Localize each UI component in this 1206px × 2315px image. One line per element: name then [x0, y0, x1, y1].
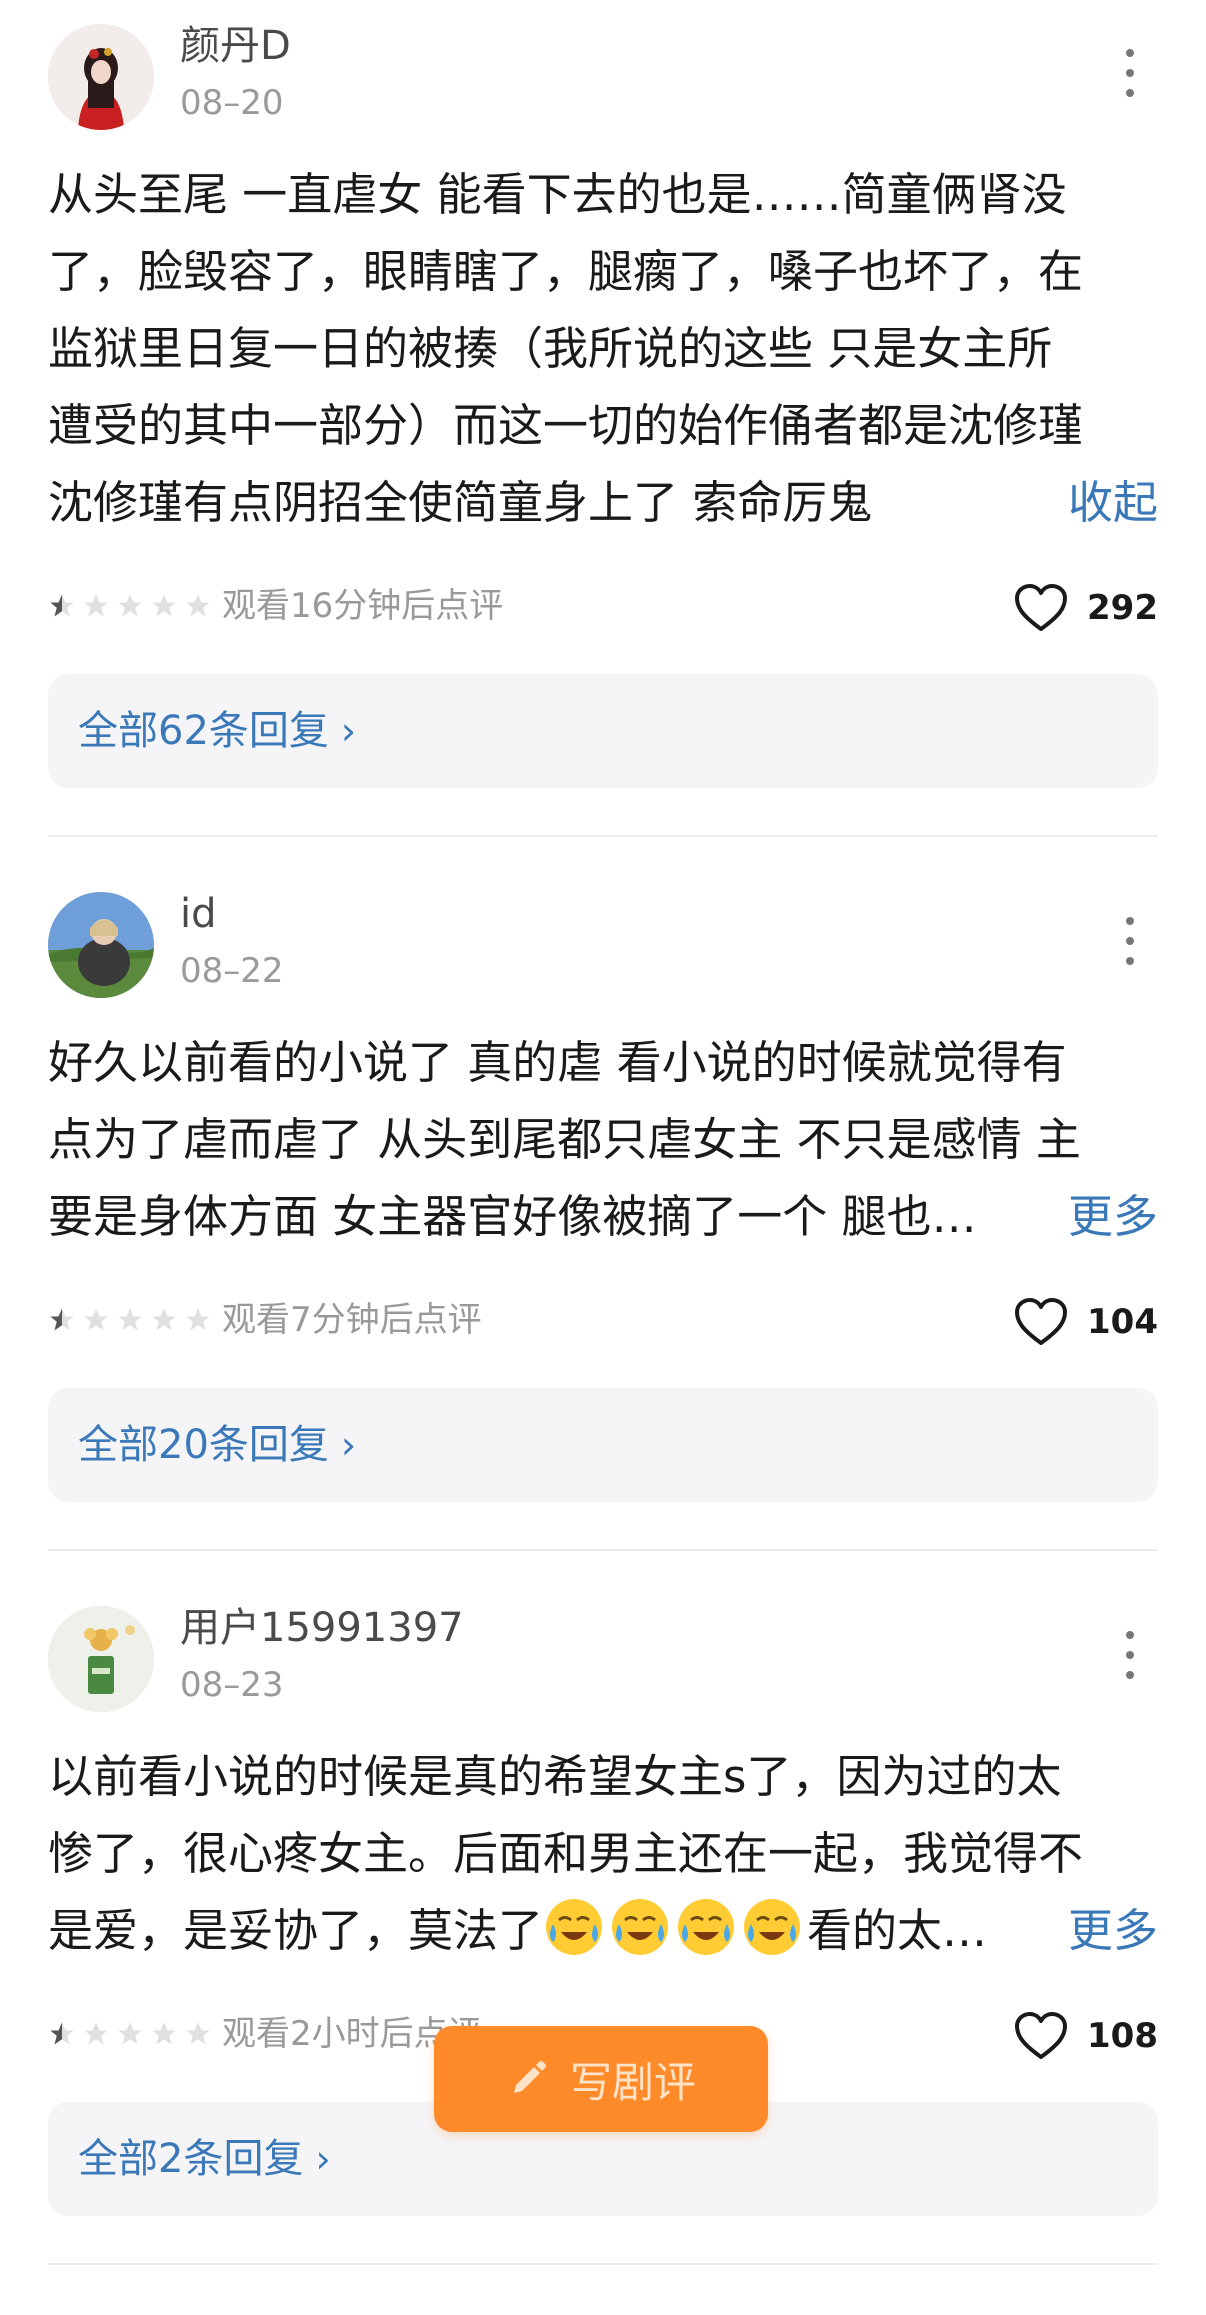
review-text-line: 点为了虐而虐了 从头到尾都只虐女主 不只是感情 主 — [48, 1113, 1081, 1166]
crying-laughing-emoji-icon — [744, 1899, 801, 1955]
rating-row: 观看16分钟后点评 292 — [48, 578, 1158, 638]
review-date: 08–20 — [180, 83, 284, 123]
replies-label: 全部20条回复 — [78, 1422, 329, 1468]
replies-label: 全部2条回复 — [78, 2136, 304, 2182]
star-empty-icon — [186, 2022, 210, 2045]
more-options-icon[interactable] — [1110, 913, 1150, 969]
replies-link[interactable]: 全部62条回复 › — [48, 674, 1158, 788]
username[interactable]: id — [180, 890, 217, 938]
crying-laughing-emoji-icon — [678, 1899, 735, 1955]
star-empty-icon — [186, 594, 210, 617]
replies-link[interactable]: 全部20条回复 › — [48, 1388, 1158, 1502]
review-text-segment: 看的太… — [807, 1904, 988, 1957]
avatar[interactable] — [48, 892, 154, 998]
star-rating — [48, 2020, 212, 2048]
review-content: 好久以前看的小说了 真的虐 看小说的时候就觉得有 点为了虐而虐了 从头到尾都只虐… — [48, 1024, 1158, 1255]
expand-link[interactable]: 更多 — [1068, 1178, 1158, 1255]
review-text-segment: 是爱，是妥协了，莫法了 — [48, 1904, 544, 1957]
chevron-right-icon: › — [340, 709, 357, 753]
review-text-line: 从头至尾 一直虐女 能看下去的也是……简童俩肾没 — [48, 168, 1067, 221]
like-button[interactable]: 104 — [1013, 1292, 1158, 1352]
crying-laughing-emoji-icon — [546, 1899, 603, 1955]
rating-row: 观看7分钟后点评 104 — [48, 1292, 1158, 1352]
star-empty-icon — [118, 1308, 142, 1331]
username[interactable]: 用户15991397 — [180, 1604, 464, 1652]
star-rating — [48, 1306, 212, 1334]
pencil-icon — [513, 2061, 546, 2093]
star-empty-icon — [118, 594, 142, 617]
heart-icon — [1015, 1298, 1068, 1345]
review-date: 08–22 — [180, 951, 284, 991]
review-text-line: 是爱，是妥协了，莫法了 看的太… 更多 — [48, 1892, 1158, 1969]
like-count: 292 — [1087, 588, 1158, 628]
star-empty-icon — [152, 1308, 176, 1331]
chevron-right-icon: › — [315, 2137, 331, 2181]
heart-icon — [1015, 584, 1068, 631]
star-empty-icon — [84, 2022, 108, 2045]
review-card: 用户15991397 08–23 以前看小说的时候是真的希望女主s了，因为过的太… — [0, 1582, 1206, 2282]
review-card: id 08–22 好久以前看的小说了 真的虐 看小说的时候就觉得有 点为了虐而虐… — [0, 868, 1206, 1551]
crying-laughing-emoji-icon — [612, 1899, 669, 1955]
review-text-segment: 沈修瑾有点阴招全使简童身上了 索命厉鬼 — [48, 476, 873, 529]
heart-icon — [1015, 2012, 1068, 2059]
star-empty-icon — [118, 2022, 142, 2045]
more-options-icon[interactable] — [1110, 1627, 1150, 1683]
review-text-line: 遭受的其中一部分）而这一切的始作俑者都是沈修瑾 — [48, 399, 1084, 452]
star-empty-icon — [186, 1308, 210, 1331]
star-empty-icon — [84, 594, 108, 617]
star-empty-icon — [84, 1308, 108, 1331]
watch-note: 观看16分钟后点评 — [222, 586, 504, 626]
half-star-icon — [50, 1308, 74, 1331]
divider — [48, 1549, 1158, 1551]
review-date: 08–23 — [180, 1665, 284, 1705]
review-content: 从头至尾 一直虐女 能看下去的也是……简童俩肾没 了，脸毁容了，眼睛瞎了，腿瘸了… — [48, 156, 1158, 541]
divider — [48, 835, 1158, 837]
like-button[interactable]: 292 — [1013, 578, 1158, 638]
expand-link[interactable]: 更多 — [1068, 1892, 1158, 1969]
review-card: 颜丹D 08–20 从头至尾 一直虐女 能看下去的也是……简童俩肾没 了，脸毁容… — [0, 0, 1206, 838]
review-text-line: 沈修瑾有点阴招全使简童身上了 索命厉鬼 收起 — [48, 464, 1158, 541]
watch-note: 观看7分钟后点评 — [222, 1300, 482, 1340]
review-text-segment: 要是身体方面 女主器官好像被摘了一个 腿也… — [48, 1190, 977, 1243]
chevron-right-icon: › — [340, 1423, 357, 1467]
star-empty-icon — [152, 2022, 176, 2045]
username[interactable]: 颜丹D — [180, 22, 291, 70]
write-review-label: 写剧评 — [569, 2057, 696, 2107]
more-options-icon[interactable] — [1110, 45, 1150, 101]
review-text-line: 了，脸毁容了，眼睛瞎了，腿瘸了，嗓子也坏了，在 — [48, 245, 1084, 298]
like-count: 104 — [1087, 1302, 1158, 1342]
review-content: 以前看小说的时候是真的希望女主s了，因为过的太 惨了，很心疼女主。后面和男主还在… — [48, 1738, 1158, 1969]
review-text-line: 监狱里日复一日的被揍（我所说的这些 只是女主所 — [48, 322, 1053, 375]
write-review-button[interactable]: 写剧评 — [434, 2026, 768, 2132]
review-text-line: 惨了，很心疼女主。后面和男主还在一起，我觉得不 — [48, 1827, 1084, 1880]
like-count: 108 — [1087, 2016, 1158, 2056]
collapse-link[interactable]: 收起 — [1068, 464, 1158, 541]
like-button[interactable]: 108 — [1013, 2006, 1158, 2066]
replies-label: 全部62条回复 — [78, 708, 329, 754]
half-star-icon — [50, 2022, 74, 2045]
review-text-line: 好久以前看的小说了 真的虐 看小说的时候就觉得有 — [48, 1036, 1067, 1089]
review-text-line: 以前看小说的时候是真的希望女主s了，因为过的太 — [48, 1750, 1062, 1803]
avatar[interactable] — [48, 1606, 154, 1712]
star-rating — [48, 592, 212, 620]
star-empty-icon — [152, 594, 176, 617]
avatar[interactable] — [48, 24, 154, 130]
half-star-icon — [50, 594, 74, 617]
divider — [48, 2263, 1158, 2265]
review-text-line: 要是身体方面 女主器官好像被摘了一个 腿也… 更多 — [48, 1178, 1158, 1255]
